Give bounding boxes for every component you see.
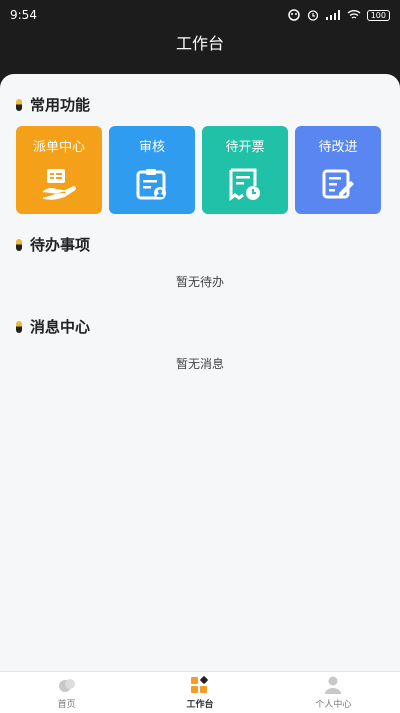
status-bar: 9:54 100 — [0, 0, 400, 30]
card-to-improve[interactable]: 待改进 — [295, 126, 381, 214]
section-todo: 待办事项 — [16, 234, 90, 255]
invoice-clock-icon — [229, 168, 260, 201]
wifi-icon — [347, 10, 361, 19]
tab-profile[interactable]: 个人中心 — [267, 672, 400, 713]
status-time: 9:54 — [10, 8, 37, 22]
tab-label: 个人中心 — [315, 700, 352, 710]
function-cards: 派单中心 审核 待开票 待改进 — [16, 126, 384, 214]
status-icons: 100 — [287, 9, 390, 21]
tab-label: 首页 — [57, 700, 76, 710]
review-clipboard-icon — [136, 169, 166, 200]
tab-label: 工作台 — [186, 700, 214, 710]
section-bullet-icon — [16, 320, 22, 333]
section-bullet-icon — [16, 98, 22, 111]
card-label: 待开票 — [225, 140, 265, 155]
card-label: 派单中心 — [32, 140, 85, 155]
section-title-todo: 待办事项 — [30, 236, 91, 254]
card-label: 审核 — [138, 140, 165, 155]
card-label: 待改进 — [318, 140, 358, 155]
notification-icon — [287, 9, 300, 21]
section-common-functions: 常用功能 — [16, 94, 90, 115]
card-dispatch-center[interactable]: 派单中心 — [16, 126, 102, 214]
dispatch-hand-icon — [42, 169, 76, 200]
section-title-messages: 消息中心 — [30, 318, 91, 336]
page-title: 工作台 — [175, 34, 224, 53]
home-icon — [58, 679, 75, 692]
messages-empty-text: 暂无消息 — [175, 357, 224, 371]
battery-icon: 100 — [366, 9, 390, 21]
signal-icon — [325, 10, 340, 20]
section-title-common: 常用功能 — [30, 96, 91, 114]
tab-home[interactable]: 首页 — [0, 672, 133, 713]
card-review[interactable]: 审核 — [109, 126, 195, 214]
user-icon — [325, 676, 342, 694]
section-bullet-icon — [16, 238, 22, 251]
main-content: 常用功能 派单中心 审核 待开票 待改进 待办事项 暂无待办 消息中心 暂无消息 — [0, 74, 400, 671]
improve-edit-icon — [322, 169, 354, 199]
workbench-icon — [190, 676, 208, 693]
todo-empty-text: 暂无待办 — [175, 275, 224, 289]
card-pending-invoice[interactable]: 待开票 — [202, 126, 288, 214]
tab-workbench[interactable]: 工作台 — [133, 672, 266, 713]
alarm-icon — [307, 10, 318, 21]
bottom-tab-bar: 首页 工作台 个人中心 — [0, 671, 400, 713]
section-messages: 消息中心 — [16, 316, 90, 337]
